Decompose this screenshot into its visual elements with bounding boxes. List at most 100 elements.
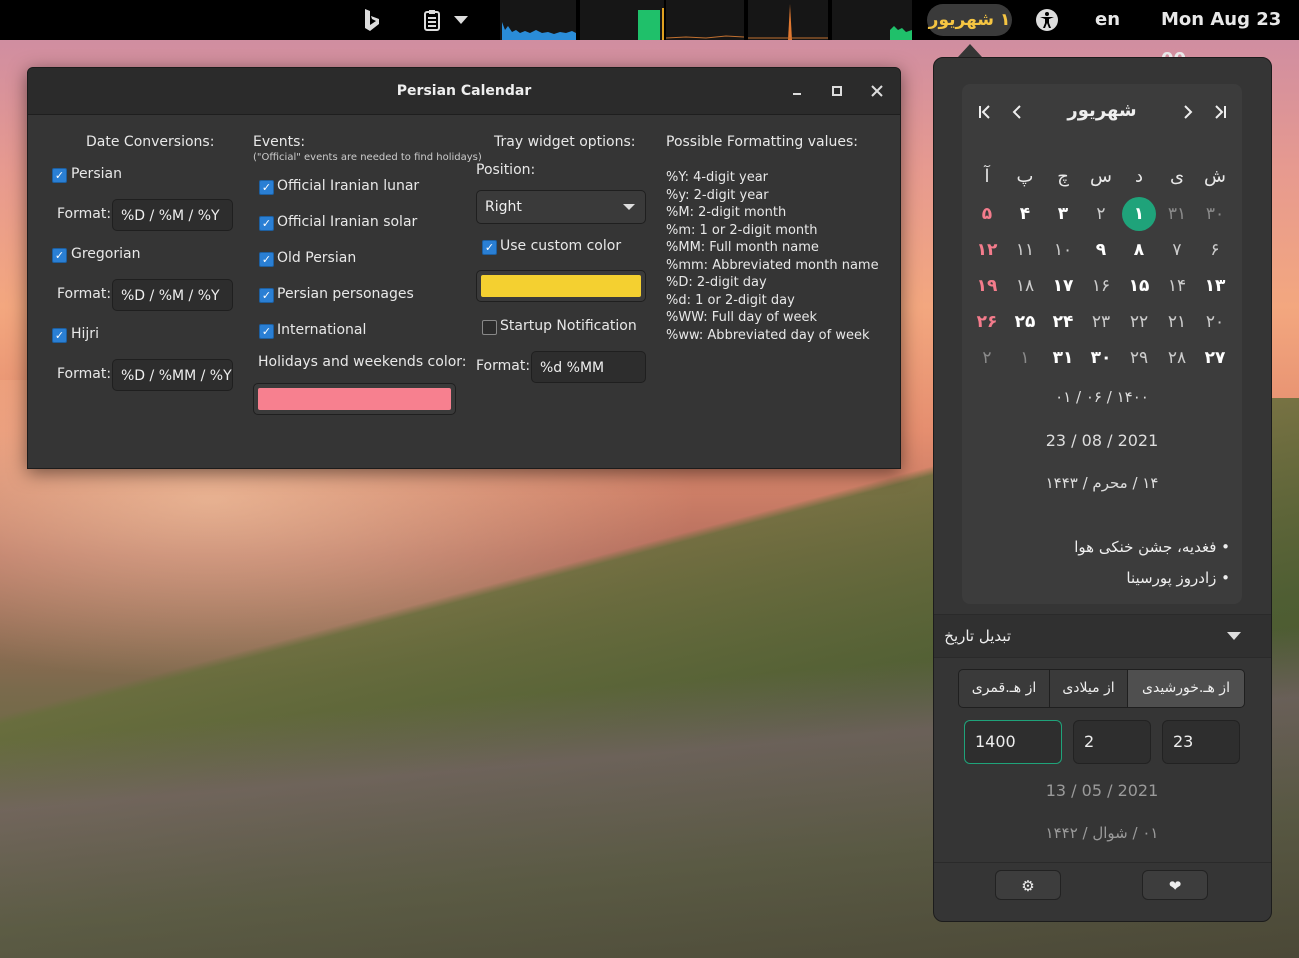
hijri-checkbox[interactable]: ✓ bbox=[52, 328, 67, 343]
custom-color-button[interactable] bbox=[476, 270, 646, 302]
month-input[interactable]: 2 bbox=[1073, 720, 1151, 764]
persian-date-line: ۱۴۰۰ / ۰۶ / ۰۱ bbox=[1055, 388, 1149, 406]
calendar-day[interactable]: ۲۴ bbox=[1046, 305, 1080, 339]
calendar-day[interactable]: ۲ bbox=[1084, 197, 1118, 231]
holiday-color-label: Holidays and weekends color: bbox=[258, 354, 467, 370]
event-old-persian-checkbox[interactable]: ✓ bbox=[259, 252, 274, 267]
calendar-day[interactable]: ۱۱ bbox=[1008, 233, 1042, 267]
first-month-icon[interactable] bbox=[975, 104, 995, 125]
position-label: Position: bbox=[476, 162, 536, 178]
close-icon[interactable] bbox=[865, 79, 889, 103]
format-help-line: %D: 2-digit day bbox=[666, 275, 767, 290]
calendar-day[interactable]: ۱ bbox=[1008, 341, 1042, 375]
minimize-icon[interactable] bbox=[785, 79, 809, 103]
calendar-day[interactable]: ۲۱ bbox=[1160, 305, 1194, 339]
calendar-day[interactable]: ۱۲ bbox=[970, 233, 1004, 267]
converter-expander[interactable]: تبدیل تاریخ bbox=[934, 614, 1271, 658]
persian-date-indicator[interactable]: ۱ شهریور bbox=[927, 4, 1012, 36]
calendar-day[interactable]: ۲۲ bbox=[1122, 305, 1156, 339]
tab-from-hijri[interactable]: از هـ.قمری bbox=[958, 669, 1050, 708]
calendar-day[interactable]: ۳۱ bbox=[1160, 197, 1194, 231]
tray-format-input[interactable]: %d %MM bbox=[531, 351, 646, 383]
tab-from-gregorian[interactable]: از میلادی bbox=[1049, 669, 1128, 708]
format-help-line: %Y: 4-digit year bbox=[666, 170, 769, 185]
calendar-day[interactable]: ۶ bbox=[1198, 233, 1232, 267]
event-official-lunar-checkbox[interactable]: ✓ bbox=[259, 180, 274, 195]
calendar-day[interactable]: ۱۷ bbox=[1046, 269, 1080, 303]
accessibility-icon[interactable] bbox=[1034, 6, 1060, 34]
calendar-day[interactable]: ۱۹ bbox=[970, 269, 1004, 303]
custom-color-checkbox[interactable]: ✓ bbox=[482, 240, 497, 255]
calendar-day[interactable]: ۱۰ bbox=[1046, 233, 1080, 267]
weekday-label: ش bbox=[1204, 166, 1226, 187]
chevron-down-icon[interactable] bbox=[452, 6, 470, 34]
calendar-month-title: شهریور bbox=[1067, 100, 1137, 121]
calendar-day[interactable]: ۳ bbox=[1046, 197, 1080, 231]
calendar-day[interactable]: ۴ bbox=[1008, 197, 1042, 231]
event-international-checkbox[interactable]: ✓ bbox=[259, 324, 274, 339]
calendar-day[interactable]: ۱۵ bbox=[1122, 269, 1156, 303]
calendar-day[interactable]: ۳۰ bbox=[1198, 197, 1232, 231]
day-input[interactable]: 23 bbox=[1162, 720, 1240, 764]
event-official-solar-label: Official Iranian solar bbox=[277, 214, 418, 230]
calendar-day[interactable]: ۲۰ bbox=[1198, 305, 1232, 339]
format-help-line: %y: 2-digit year bbox=[666, 187, 769, 203]
donate-button[interactable]: ❤ bbox=[1142, 870, 1208, 900]
year-input[interactable]: 1400 bbox=[964, 720, 1062, 764]
previous-month-icon[interactable] bbox=[1007, 104, 1027, 125]
clipboard-icon[interactable] bbox=[420, 6, 444, 34]
settings-button[interactable]: ⚙ bbox=[995, 870, 1061, 900]
events-heading: Events: bbox=[253, 134, 306, 150]
calendar-day[interactable]: ۲۳ bbox=[1084, 305, 1118, 339]
weekday-label: س bbox=[1090, 166, 1112, 187]
title-bar[interactable]: Persian Calendar bbox=[28, 68, 900, 115]
calendar-day[interactable]: ۲ bbox=[970, 341, 1004, 375]
calendar-day[interactable]: ۲۹ bbox=[1122, 341, 1156, 375]
event-personages-checkbox[interactable]: ✓ bbox=[259, 288, 274, 303]
calendar-day[interactable]: ۹ bbox=[1084, 233, 1118, 267]
hijri-format-input[interactable]: %D / %MM / %Y bbox=[112, 359, 233, 391]
calendar-day[interactable]: ۳۰ bbox=[1084, 341, 1118, 375]
thermal-monitor[interactable] bbox=[832, 0, 912, 40]
gregorian-format-input[interactable]: %D / %M / %Y bbox=[112, 279, 233, 311]
calendar-day[interactable]: ۲۷ bbox=[1198, 341, 1232, 375]
persian-checkbox[interactable]: ✓ bbox=[52, 168, 67, 183]
calendar-day[interactable]: ۵ bbox=[970, 197, 1004, 231]
event-official-lunar-label: Official Iranian lunar bbox=[277, 178, 420, 194]
network-monitor[interactable] bbox=[666, 0, 744, 40]
holiday-color-button[interactable] bbox=[253, 383, 456, 415]
event-personages-label: Persian personages bbox=[277, 286, 414, 302]
keyboard-language[interactable]: en bbox=[1095, 0, 1120, 40]
position-dropdown[interactable]: Right bbox=[476, 190, 646, 224]
calendar-day[interactable]: ۱ bbox=[1122, 197, 1156, 231]
event-official-solar-checkbox[interactable]: ✓ bbox=[259, 216, 274, 231]
calendar-day[interactable]: ۷ bbox=[1160, 233, 1194, 267]
calendar-day[interactable]: ۲۶ bbox=[970, 305, 1004, 339]
calendar-day[interactable]: ۱۴ bbox=[1160, 269, 1194, 303]
hijri-format-label: Format: bbox=[57, 366, 112, 382]
calendar-day[interactable]: ۲۵ bbox=[1008, 305, 1042, 339]
gregorian-date-line: 23 / 08 / 2021 bbox=[1045, 431, 1159, 450]
date-conversions-heading: Date Conversions: bbox=[86, 134, 215, 150]
calendar-day[interactable]: ۳۱ bbox=[1046, 341, 1080, 375]
calendar-day[interactable]: ۱۶ bbox=[1084, 269, 1118, 303]
clock[interactable]: Mon Aug 23 00 bbox=[1161, 0, 1299, 70]
last-month-icon[interactable] bbox=[1210, 104, 1230, 125]
cpu-monitor[interactable] bbox=[500, 0, 576, 40]
tray-format-label: Format: bbox=[476, 358, 531, 374]
chevron-down-icon bbox=[623, 204, 635, 210]
memory-monitor[interactable] bbox=[580, 0, 664, 40]
persian-format-input[interactable]: %D / %M / %Y bbox=[112, 199, 233, 231]
startup-notification-checkbox[interactable] bbox=[482, 320, 497, 335]
calendar-day[interactable]: ۱۸ bbox=[1008, 269, 1042, 303]
gregorian-checkbox[interactable]: ✓ bbox=[52, 248, 67, 263]
disk-monitor[interactable] bbox=[748, 0, 828, 40]
calendar-day[interactable]: ۱۳ bbox=[1198, 269, 1232, 303]
calendar-day[interactable]: ۲۸ bbox=[1160, 341, 1194, 375]
formatting-heading: Possible Formatting values: bbox=[666, 134, 859, 150]
bing-icon[interactable] bbox=[360, 6, 384, 34]
next-month-icon[interactable] bbox=[1178, 104, 1198, 125]
tab-from-persian[interactable]: از هـ.خورشیدی bbox=[1127, 669, 1245, 708]
maximize-icon[interactable] bbox=[825, 79, 849, 103]
calendar-day[interactable]: ۸ bbox=[1122, 233, 1156, 267]
